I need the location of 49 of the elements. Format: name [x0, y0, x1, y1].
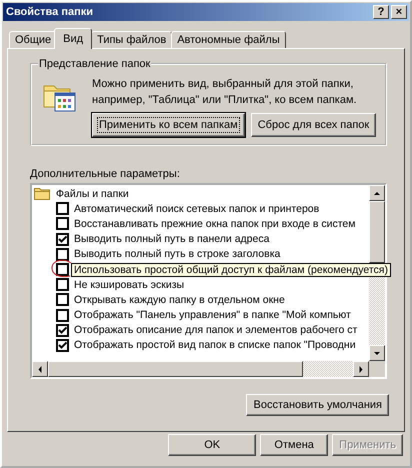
scroll-left-button[interactable] — [32, 361, 48, 377]
scroll-thumb[interactable] — [369, 201, 385, 263]
option-label: Отображать "Панель управления" в папке "Мой компьют — [74, 309, 351, 322]
help-button[interactable]: ? — [373, 5, 389, 19]
section-label: Дополнительные параметры: — [30, 168, 181, 180]
folder-icon — [34, 187, 50, 200]
scroll-up-button[interactable] — [369, 185, 385, 201]
horizontal-scrollbar[interactable] — [32, 361, 369, 377]
checkbox[interactable] — [56, 202, 69, 216]
checkbox[interactable] — [56, 248, 69, 261]
arrow-icon — [357, 366, 365, 372]
checkbox[interactable] — [56, 308, 69, 322]
apply-button[interactable]: Применить ко всем папкам — [92, 113, 245, 137]
checkbox[interactable] — [56, 338, 69, 352]
checkbox[interactable] — [56, 217, 69, 230]
option-label: Автоматический поиск сетевых папок и принтеров — [74, 202, 320, 215]
group-title: Представление папок — [38, 58, 152, 70]
arrow-icon — [373, 190, 381, 196]
dialog-button[interactable]: OK — [168, 434, 256, 456]
arrow-icon — [373, 350, 381, 356]
restore-defaults-button[interactable]: Восстановить умолчания — [246, 394, 389, 416]
window-title: Свойства папки — [6, 6, 94, 18]
checkbox[interactable] — [56, 278, 69, 292]
option-label: Не кэшировать эскизы — [74, 278, 184, 291]
tab[interactable]: Автономные файлы — [171, 31, 286, 48]
option-label: Восстанавливать прежние окна папок при входе в систем — [74, 218, 356, 230]
tooltip: Использовать простой общий доступ к файлам (рекомендуется) — [71, 262, 391, 277]
scroll-right-button[interactable] — [353, 361, 369, 377]
apply-button[interactable]: Сброс для всех папок — [250, 113, 376, 137]
dialog-button[interactable]: Отмена — [260, 434, 328, 456]
description-text: Можно применить вид, выбранный для этой папки, например, "Таблица" или "Плитка", ко всем папкам. — [92, 77, 358, 108]
checkbox[interactable] — [56, 232, 69, 246]
tab[interactable]: Вид — [54, 28, 92, 49]
checkbox[interactable] — [56, 293, 69, 306]
tab[interactable]: Типы файлов — [91, 31, 172, 48]
option-label: Отображать простой вид папок в списке папок "Проводни — [74, 339, 356, 352]
close-button[interactable]: × — [391, 5, 407, 19]
option-label: Открывать каждую папку в отдельном окне — [74, 294, 285, 306]
option-label: Выводить полный путь в панели адреса — [74, 233, 270, 246]
scroll-thumb[interactable] — [48, 361, 303, 377]
circle-mark — [50, 258, 74, 279]
scrollbar-corner — [369, 361, 385, 377]
option-label: Отображать описание для папок и элементов рабочего ст — [74, 324, 358, 336]
checkbox[interactable] — [56, 324, 69, 337]
scroll-down-button[interactable] — [369, 345, 385, 361]
arrow-icon — [36, 366, 44, 372]
checkbox[interactable] — [56, 263, 69, 276]
group-label: Файлы и папки — [56, 188, 129, 200]
option-label: Выводить полный путь в строке заголовка — [74, 248, 280, 260]
